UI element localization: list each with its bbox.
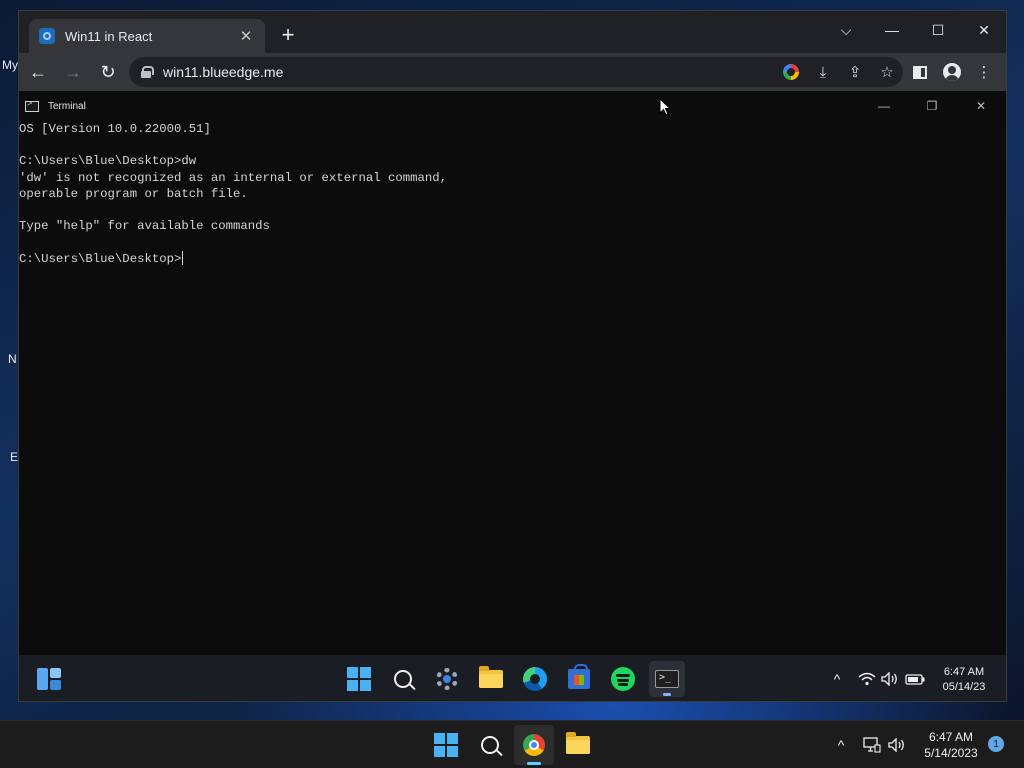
host-chrome-icon[interactable] [514, 725, 554, 765]
host-file-explorer-icon[interactable] [558, 725, 598, 765]
profile-icon[interactable] [936, 57, 968, 87]
back-button[interactable]: ← [22, 57, 54, 87]
inner-terminal-icon[interactable]: >_ [649, 661, 685, 697]
tab-win11-in-react[interactable]: Win11 in React ✕ [29, 19, 265, 53]
bookmark-star-icon[interactable]: ☆ [871, 59, 903, 85]
terminal-line: operable program or batch file. [19, 186, 248, 201]
terminal-line: 'dw' is not recognized as an internal or… [19, 170, 448, 185]
inner-spotify-icon[interactable] [605, 661, 641, 697]
maximize-window-button[interactable]: ☐ [915, 15, 961, 45]
terminal-prompt: C:\Users\Blue\Desktop> [19, 251, 182, 266]
inner-store-icon[interactable] [561, 661, 597, 697]
minimize-window-button[interactable]: — [869, 15, 915, 45]
inner-search-icon[interactable] [385, 661, 421, 697]
tab-title: Win11 in React [65, 28, 153, 44]
inner-time: 6:47 AM [943, 666, 985, 678]
site-favicon-icon [39, 28, 55, 44]
terminal-title: Terminal [48, 100, 86, 112]
inner-wifi-icon[interactable] [855, 655, 879, 701]
host-network-icon[interactable] [860, 721, 884, 768]
close-window-button[interactable]: ✕ [961, 15, 1007, 45]
address-bar[interactable]: win11.blueedge.me ⤓ ⇪ ☆ [129, 57, 903, 87]
host-date: 5/14/2023 [924, 746, 978, 760]
terminal-restore-button[interactable]: ❐ [909, 93, 955, 119]
terminal-window: Terminal — ❐ ✕ OS [Version 10.0.22000.51… [19, 93, 1006, 655]
terminal-app-icon [25, 98, 39, 112]
tab-close-icon[interactable]: ✕ [237, 27, 255, 45]
browser-toolbar: ← → ↻ win11.blueedge.me ⤓ ⇪ ☆ ⋮ [19, 53, 1006, 91]
inner-start-icon[interactable] [341, 661, 377, 697]
inner-tray-chevron-icon[interactable]: ^ [827, 655, 847, 701]
terminal-line: OS [Version 10.0.22000.51] [19, 122, 211, 136]
terminal-close-button[interactable]: ✕ [958, 93, 1004, 119]
host-clock[interactable]: 6:47 AM 5/14/2023 [916, 729, 986, 761]
new-tab-button[interactable]: + [277, 24, 299, 46]
inner-date: 05/14/23 [942, 681, 986, 693]
host-taskbar: ^ 6:47 AM 5/14/2023 [0, 720, 1024, 768]
terminal-minimize-button[interactable]: — [861, 93, 907, 119]
inner-volume-icon[interactable] [879, 655, 901, 701]
terminal-line: Type "help" for available commands [19, 219, 270, 234]
browser-window: Win11 in React ✕ + ⌵ — ☐ ✕ ← → ↻ win11.b… [18, 10, 1007, 702]
terminal-caret [182, 251, 184, 266]
share-icon[interactable]: ⇪ [839, 59, 871, 85]
host-volume-icon[interactable] [886, 721, 908, 768]
host-tray-chevron-icon[interactable]: ^ [830, 721, 852, 768]
host-search-icon[interactable] [470, 725, 510, 765]
reload-button[interactable]: ↻ [92, 57, 124, 87]
host-start-icon[interactable] [426, 725, 466, 765]
side-panel-icon[interactable] [904, 57, 936, 87]
lock-icon[interactable] [141, 66, 154, 78]
inner-edge-icon[interactable] [517, 661, 553, 697]
inner-file-explorer-icon[interactable] [473, 661, 509, 697]
desktop-icon-label-n[interactable]: N [8, 352, 17, 366]
terminal-prompt-line[interactable]: C:\Users\Blue\Desktop> [19, 251, 1006, 267]
tab-search-button[interactable]: ⌵ [823, 15, 869, 45]
inner-settings-icon[interactable] [429, 661, 465, 697]
terminal-titlebar[interactable]: Terminal — ❐ ✕ [19, 93, 1006, 119]
mouse-cursor-icon [659, 98, 671, 116]
menu-icon[interactable]: ⋮ [968, 57, 1000, 87]
notification-badge[interactable]: 1 [988, 736, 1004, 752]
widgets-icon[interactable] [37, 668, 61, 690]
install-icon[interactable]: ⤓ [807, 59, 839, 85]
inner-taskbar: >_ ^ 6:47 AM 05/14/23 [19, 655, 1006, 701]
google-icon[interactable] [775, 59, 807, 85]
inner-clock[interactable]: 6:47 AM 05/14/23 [934, 665, 994, 695]
tab-strip: Win11 in React ✕ + ⌵ — ☐ ✕ [19, 11, 1006, 53]
desktop-icon-label-e[interactable]: E [10, 450, 18, 464]
page-viewport: Terminal — ❐ ✕ OS [Version 10.0.22000.51… [19, 91, 1006, 701]
host-time: 6:47 AM [928, 730, 974, 744]
forward-button[interactable]: → [57, 57, 89, 87]
terminal-output[interactable]: OS [Version 10.0.22000.51] C:\Users\Blue… [19, 121, 1006, 267]
terminal-line: C:\Users\Blue\Desktop>dw [19, 154, 197, 169]
desktop-icon-label-my-computer[interactable]: My [2, 58, 18, 72]
inner-battery-icon[interactable] [903, 655, 927, 701]
url-text[interactable]: win11.blueedge.me [163, 64, 775, 80]
